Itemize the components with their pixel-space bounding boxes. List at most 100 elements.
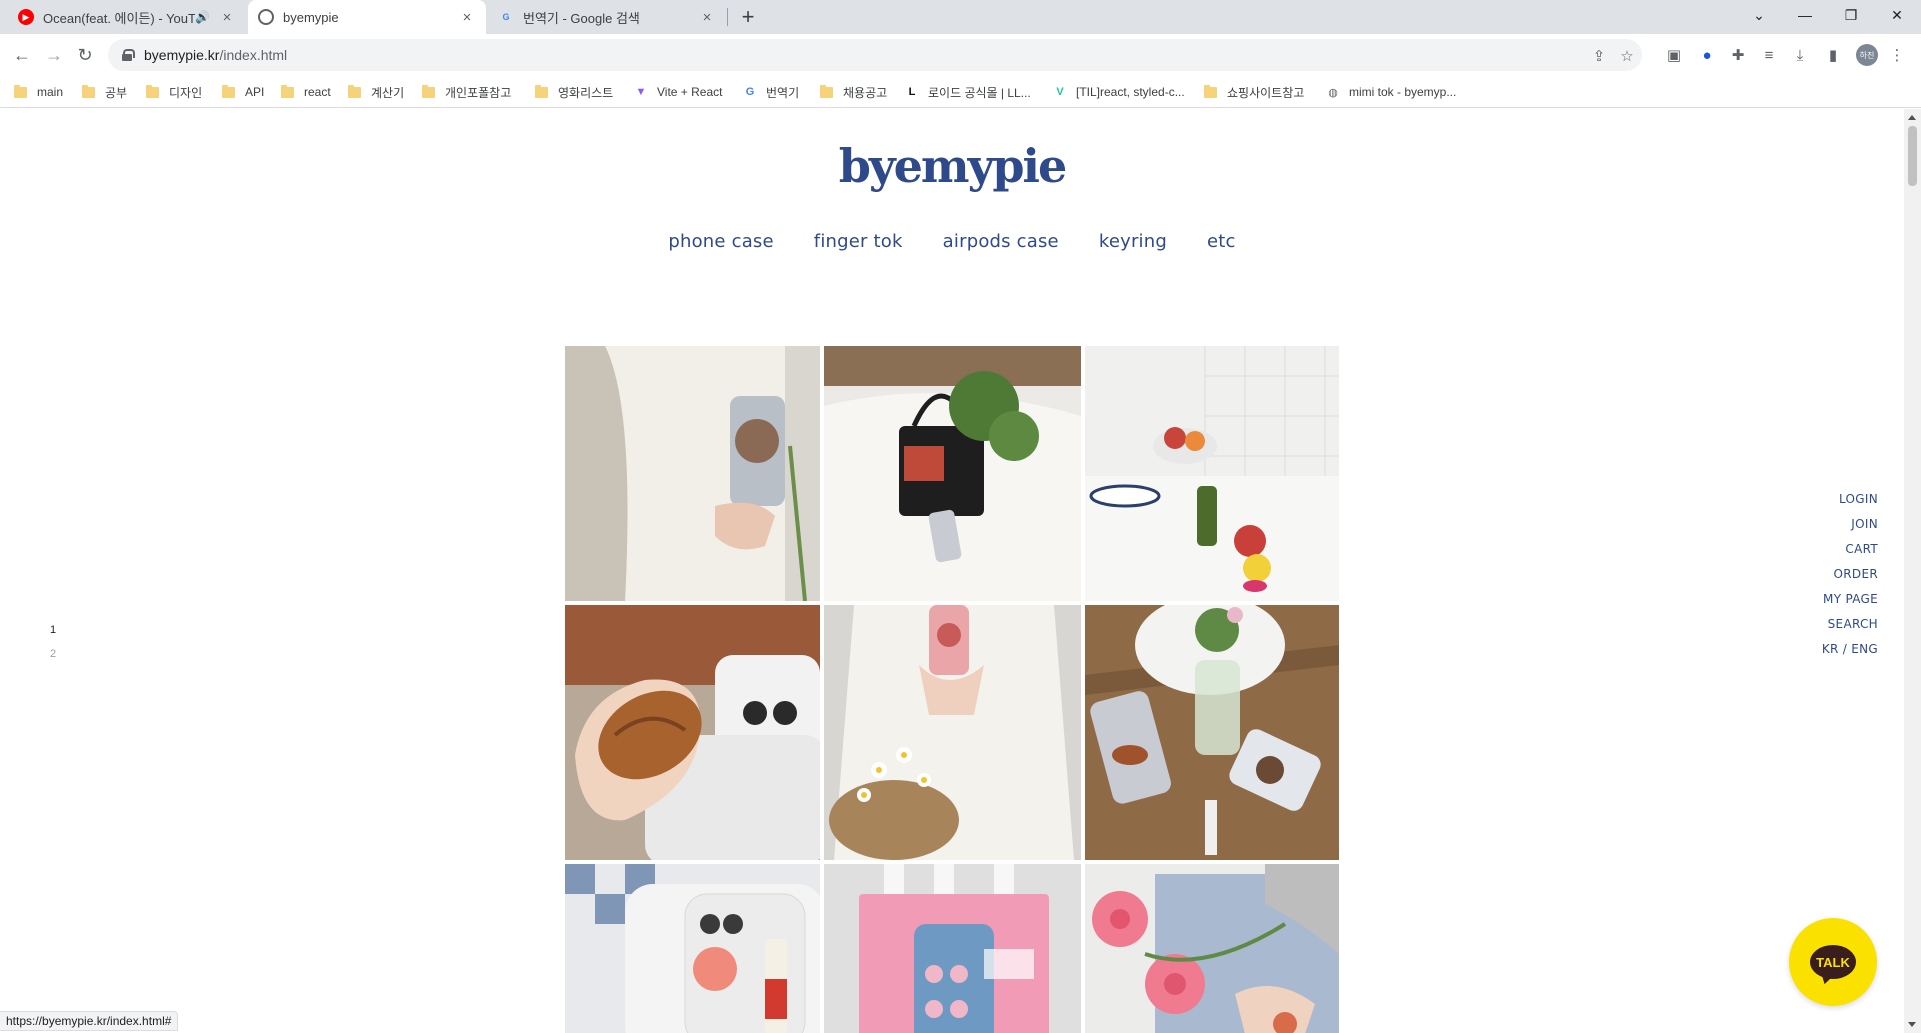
language-toggle-link[interactable]: KR / ENG [1822,642,1878,656]
photo-gerbera-denim-skirt [1085,864,1339,1033]
link-status-bar: https://byemypie.kr/index.html# [0,1011,179,1031]
tab-title: Ocean(feat. 에이든) - YouTube [43,10,196,26]
forward-button[interactable]: → [42,43,66,67]
bookmark-item[interactable]: 공부 [82,82,127,102]
pager-item-1[interactable]: 1 [50,624,56,636]
join-link[interactable]: JOIN [1822,517,1878,531]
folder-icon [146,84,159,98]
bookmark-item[interactable]: 쇼핑사이트참고 [1204,82,1304,102]
url-host: byemypie.kr [144,47,220,63]
photo-tile[interactable] [565,605,820,860]
bookmark-item[interactable]: V [TIL]react, styled-c... [1053,82,1184,102]
login-link[interactable]: LOGIN [1822,492,1878,506]
nav-finger-tok[interactable]: finger tok [814,231,903,252]
bookmark-label: react [304,85,331,99]
lock-icon[interactable] [122,49,135,61]
bookmarks-bar: main 공부 디자인 API react 계산기 개인포폴참고 영화리스트 ▼ Vite + R… [0,76,1921,108]
bookmark-item[interactable]: 계산기 [348,82,404,102]
tab-google-translate[interactable]: G 번역기 - Google 검색 × [488,0,726,34]
reload-button[interactable]: ↻ [73,43,97,67]
nav-etc[interactable]: etc [1207,231,1236,252]
bookmark-item[interactable]: 디자인 [146,82,202,102]
bookmark-item[interactable]: react [281,82,331,102]
bookmark-item[interactable]: 개인포폴참고 [422,82,511,102]
folder-icon [222,84,235,98]
close-icon[interactable]: × [458,8,476,26]
bookmark-item[interactable]: 영화리스트 [535,82,613,102]
velog-icon: V [1056,86,1064,98]
profile-avatar[interactable]: 하진 [1856,44,1878,66]
bookmark-item[interactable]: L 로이드 공식몰 | LL... [905,82,1031,102]
kebab-menu-icon[interactable]: ⋮ [1887,45,1907,65]
bookmark-item[interactable]: main [14,82,63,102]
photo-tile[interactable] [824,864,1081,1033]
photo-tile[interactable] [1085,605,1339,860]
star-icon[interactable]: ☆ [1618,47,1636,65]
scroll-down-arrow-icon[interactable] [1908,1022,1916,1027]
tab-title: 번역기 - Google 검색 [523,10,640,26]
browser-tabstrip: ▶ Ocean(feat. 에이든) - YouTube 🔊 × byemypi… [0,0,1921,34]
tab-byemypie[interactable]: byemypie × [248,0,486,34]
bookmark-label: API [245,85,265,99]
window-close-button[interactable]: ✕ [1875,0,1919,30]
scroll-thumb[interactable] [1908,126,1917,186]
back-button[interactable]: ← [10,43,34,67]
tab-search-icon[interactable]: ⌄ [1737,0,1781,30]
media-control-icon[interactable]: ≡ [1759,45,1779,65]
bookmark-item[interactable]: ▼ Vite + React [634,82,723,102]
address-bar[interactable]: byemypie.kr/index.html ⇪ ☆ [108,39,1642,71]
category-nav: phone case finger tok airpods case keyri… [0,231,1904,252]
my-page-link[interactable]: MY PAGE [1822,592,1878,606]
bookmark-label: Vite + React [657,85,723,99]
cart-link[interactable]: CART [1822,542,1878,556]
bookmark-item[interactable]: API [222,82,264,102]
photo-tile[interactable] [824,605,1081,860]
google-icon: G [502,12,510,22]
bookmark-item[interactable]: G 번역기 [743,82,799,102]
photo-black-bag-greenery [824,346,1081,601]
bookmark-item[interactable]: ◍ mimi tok - byemyp... [1326,82,1456,102]
google-icon: G [745,86,755,98]
download-icon[interactable]: ⤓ [1790,45,1810,65]
close-icon[interactable]: × [218,8,236,26]
photo-tile[interactable] [824,346,1081,601]
bookmark-item[interactable]: 채용공고 [820,82,887,102]
speaker-icon[interactable]: 🔊 [195,10,210,24]
youtube-icon: ▶ [18,9,34,25]
order-link[interactable]: ORDER [1822,567,1878,581]
nav-keyring[interactable]: keyring [1099,231,1167,252]
web-page: byemypie phone case finger tok airpods c… [0,109,1904,1033]
scroll-up-arrow-icon[interactable] [1908,115,1916,120]
image-extension-icon[interactable]: ▣ [1664,45,1684,65]
nav-phone-case[interactable]: phone case [668,231,773,252]
bookmark-label: 계산기 [371,85,405,100]
close-icon[interactable]: × [698,8,716,26]
nav-airpods-case[interactable]: airpods case [943,231,1059,252]
photo-fruit-kitchen-counter [1085,346,1339,601]
bookmark-label: 번역기 [766,85,800,100]
bookmark-label: 디자인 [169,85,203,100]
photo-tile[interactable] [1085,346,1339,601]
bookmark-label: 개인포폴참고 [445,85,512,100]
kakao-talk-button[interactable]: TALK [1789,918,1877,1006]
pager-item-2[interactable]: 2 [50,648,56,660]
side-panel-icon[interactable]: ▮ [1823,45,1843,65]
photo-mirror-selfie-daisies [824,605,1081,860]
photo-tile[interactable] [565,346,820,601]
restore-button[interactable]: ❐ [1829,0,1873,30]
share-icon[interactable]: ⇪ [1590,47,1608,65]
puzzle-icon[interactable]: ✚ [1728,45,1748,65]
lloyd-icon: L [908,86,916,98]
page-scrollbar[interactable] [1904,109,1921,1033]
tab-youtube[interactable]: ▶ Ocean(feat. 에이든) - YouTube 🔊 × [8,0,246,34]
bookmark-label: 공부 [105,85,128,100]
site-logo[interactable]: byemypie [0,139,1904,193]
photo-tile[interactable] [1085,864,1339,1033]
photo-tile[interactable] [565,864,820,1033]
folder-icon [82,84,95,98]
extension-icon[interactable]: ● [1697,45,1717,65]
new-tab-button[interactable]: + [736,4,760,29]
search-link[interactable]: SEARCH [1822,617,1878,631]
photo-pink-book-bunny-case [824,864,1081,1033]
minimize-button[interactable]: — [1783,0,1827,30]
